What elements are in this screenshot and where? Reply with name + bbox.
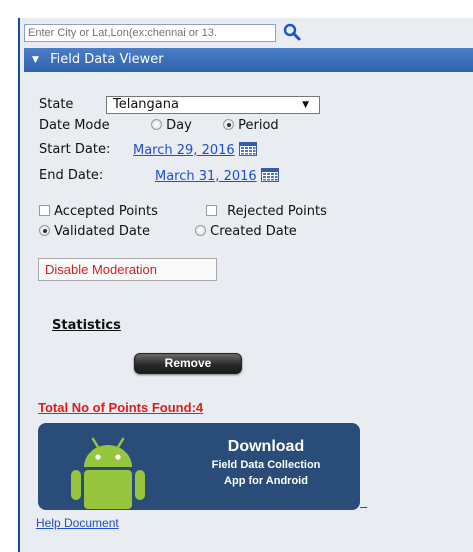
panel-header[interactable]: ▼ Field Data Viewer xyxy=(24,48,473,72)
search-icon[interactable] xyxy=(282,22,302,42)
rejected-points-label: Rejected Points xyxy=(227,204,327,219)
accepted-points-checkbox[interactable] xyxy=(39,205,50,216)
date-mode-period-radio[interactable] xyxy=(223,119,234,130)
date-mode-label: Date Mode xyxy=(39,118,110,133)
state-label: State xyxy=(39,97,74,112)
chevron-down-icon: ▼ xyxy=(32,55,39,65)
start-date-label: Start Date: xyxy=(39,142,111,157)
validated-date-label: Validated Date xyxy=(54,224,150,239)
date-mode-period-option[interactable]: Period xyxy=(223,118,279,133)
banner-link-underline xyxy=(360,507,367,508)
end-date-label: End Date: xyxy=(39,168,104,183)
start-date-field: March 29, 2016 xyxy=(133,142,257,160)
end-date-field: March 31, 2016 xyxy=(155,168,279,186)
android-robot-icon xyxy=(71,437,145,509)
created-date-label: Created Date xyxy=(210,224,297,239)
statistics-heading: Statistics xyxy=(52,318,121,333)
android-app-download-banner[interactable]: Download Field Data Collection App for A… xyxy=(38,423,360,510)
calendar-icon[interactable] xyxy=(260,168,279,186)
rejected-points-option[interactable]: Rejected Points xyxy=(206,204,327,219)
start-date-link[interactable]: March 29, 2016 xyxy=(133,143,235,158)
disable-moderation-button[interactable]: Disable Moderation xyxy=(38,258,217,281)
date-mode-day-radio[interactable] xyxy=(151,119,162,130)
banner-title: Download xyxy=(227,438,305,455)
total-points-link[interactable]: Total No of Points Found:4 xyxy=(38,400,203,415)
accepted-points-label: Accepted Points xyxy=(54,204,158,219)
field-data-panel-frame: ▼ Field Data Viewer State Telangana ▼ Da… xyxy=(18,18,473,552)
remove-button[interactable]: Remove xyxy=(134,353,242,374)
search-input[interactable] xyxy=(24,24,276,42)
search-bar xyxy=(24,22,473,44)
calendar-icon[interactable] xyxy=(238,142,257,160)
end-date-link[interactable]: March 31, 2016 xyxy=(155,169,257,184)
dropdown-arrow-icon: ▼ xyxy=(302,100,309,110)
date-mode-period-label: Period xyxy=(238,118,279,133)
panel-title: Field Data Viewer xyxy=(50,52,164,67)
date-mode-day-label: Day xyxy=(166,118,192,133)
state-select[interactable]: Telangana ▼ xyxy=(106,96,320,114)
created-date-radio[interactable] xyxy=(195,225,206,236)
date-mode-day-option[interactable]: Day xyxy=(151,118,192,133)
banner-subtitle-line1: Field Data Collection xyxy=(211,459,321,471)
help-document-link[interactable]: Help Document xyxy=(36,516,119,530)
accepted-points-option[interactable]: Accepted Points xyxy=(39,204,158,219)
state-select-value: Telangana xyxy=(113,97,179,112)
validated-date-radio[interactable] xyxy=(39,225,50,236)
validated-date-option[interactable]: Validated Date xyxy=(39,224,150,239)
banner-subtitle-line2: App for Android xyxy=(224,475,308,487)
rejected-points-checkbox[interactable] xyxy=(206,205,217,216)
banner-text: Download Field Data Collection App for A… xyxy=(178,437,354,489)
created-date-option[interactable]: Created Date xyxy=(195,224,297,239)
